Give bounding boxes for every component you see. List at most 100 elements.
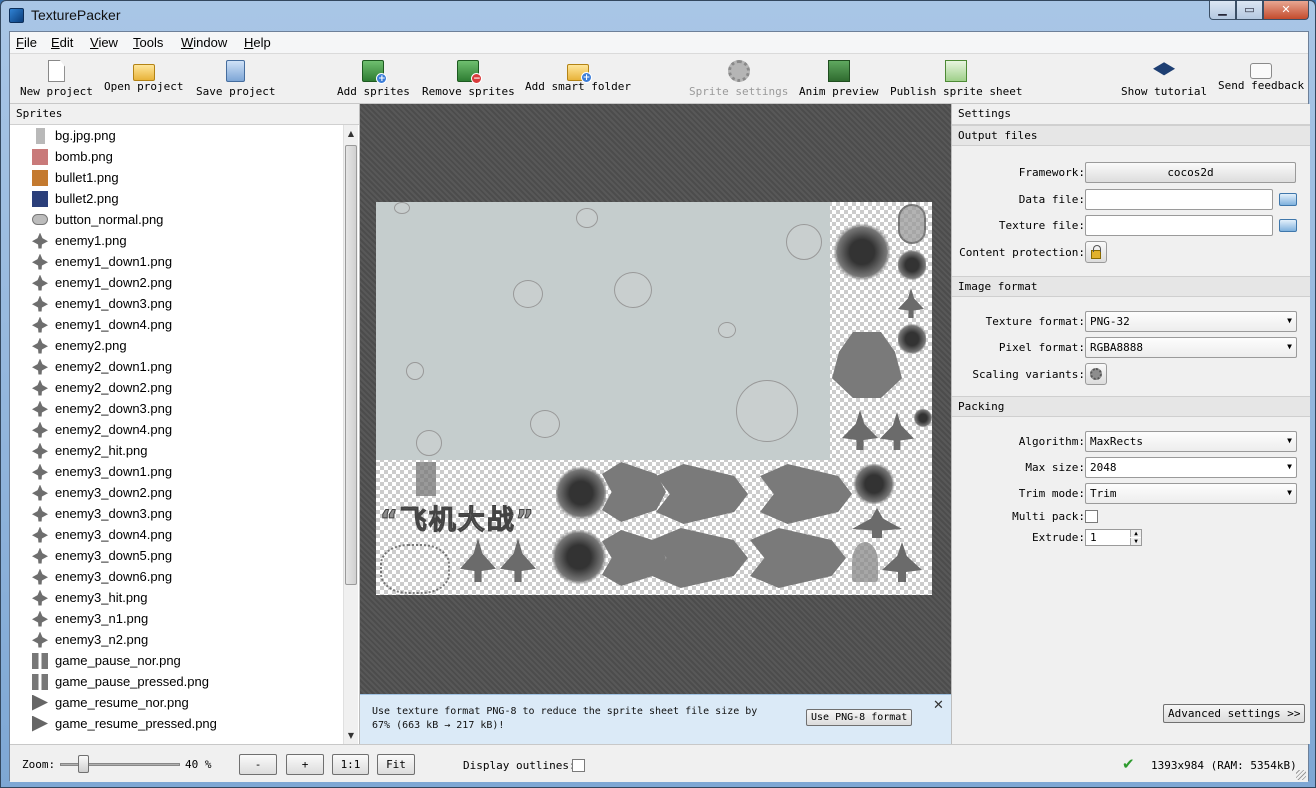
sprite-list[interactable]: bg.jpg.png bomb.png bullet1.png bullet2.png…: [10, 125, 344, 744]
remove-sprites-button[interactable]: − Remove sprites: [422, 56, 515, 98]
zoom-fit-button[interactable]: Fit: [377, 754, 415, 775]
sprite-list-item[interactable]: enemy2_down1.png: [10, 356, 344, 377]
maximize-button[interactable]: ▭: [1236, 1, 1263, 20]
sprite-thumbnail-icon: [32, 421, 48, 438]
sprite-list-scrollbar[interactable]: ▲ ▼: [343, 125, 358, 744]
save-project-button[interactable]: Save project: [196, 56, 275, 98]
advanced-settings-button[interactable]: Advanced settings >>: [1163, 704, 1306, 723]
sprite-list-item[interactable]: game_resume_nor.png: [10, 692, 344, 713]
sprite-thumbnail-icon: [32, 463, 48, 480]
scroll-down-arrow-icon[interactable]: ▼: [344, 727, 358, 744]
menu-help[interactable]: Help: [244, 35, 271, 50]
display-outlines-checkbox[interactable]: [572, 759, 585, 772]
menu-tools[interactable]: Tools: [133, 35, 163, 50]
smart-folder-icon: +: [566, 64, 592, 83]
sprite-thumbnail-icon: [32, 316, 48, 333]
data-file-field[interactable]: [1085, 189, 1273, 210]
scrollbar-thumb[interactable]: [345, 145, 357, 585]
anim-preview-icon: [827, 60, 850, 82]
sprite-list-item[interactable]: enemy2_down4.png: [10, 419, 344, 440]
texturepacker-logo-icon: [9, 8, 24, 23]
use-png8-button[interactable]: Use PNG-8 format: [806, 709, 913, 726]
sprite-list-item[interactable]: game_pause_pressed.png: [10, 671, 344, 692]
sprite-list-item[interactable]: enemy1_down3.png: [10, 293, 344, 314]
zoom-out-button[interactable]: -: [239, 754, 277, 775]
resize-grip-icon[interactable]: [1296, 770, 1306, 780]
zoom-slider-handle[interactable]: [78, 755, 89, 773]
sprite-list-item[interactable]: bullet2.png: [10, 188, 344, 209]
settings-panel: Settings Output files Framework: cocos2d…: [951, 104, 1310, 744]
multi-pack-checkbox[interactable]: [1085, 510, 1098, 523]
send-feedback-button[interactable]: Send feedback: [1218, 56, 1304, 92]
sprite-list-item[interactable]: game_pause_nor.png: [10, 650, 344, 671]
sprite-filename: enemy3_n2.png: [55, 632, 149, 647]
new-project-button[interactable]: New project: [20, 56, 93, 98]
show-tutorial-button[interactable]: Show tutorial: [1121, 56, 1207, 98]
sprite-list-item[interactable]: bullet1.png: [10, 167, 344, 188]
sprite-thumbnail-icon: [32, 214, 48, 225]
menu-window[interactable]: Window: [181, 35, 227, 50]
sprite-list-item[interactable]: button_normal.png: [10, 209, 344, 230]
sprite-list-item[interactable]: game_resume_pressed.png: [10, 713, 344, 734]
sprite-list-item[interactable]: enemy1_down4.png: [10, 314, 344, 335]
remove-sprites-label: Remove sprites: [422, 85, 515, 98]
framework-label: Framework:: [1018, 166, 1085, 179]
sprite-list-item[interactable]: bg.jpg.png: [10, 125, 344, 146]
framework-button[interactable]: cocos2d: [1085, 162, 1296, 183]
sprite-list-item[interactable]: enemy1.png: [10, 230, 344, 251]
texture-file-field[interactable]: [1085, 215, 1273, 236]
open-project-button[interactable]: Open project: [104, 56, 183, 93]
sprite-settings-button[interactable]: Sprite settings: [689, 56, 788, 98]
title-bar[interactable]: TexturePacker ▁ ▭ ✕: [1, 1, 1315, 31]
data-file-browse-folder-icon[interactable]: [1279, 193, 1297, 206]
trim-mode-select[interactable]: Trim: [1085, 483, 1297, 504]
menu-file[interactable]: File: [16, 35, 37, 50]
sprite-thumbnail-icon: [32, 148, 48, 165]
add-smart-folder-button[interactable]: + Add smart folder: [525, 56, 631, 93]
scroll-up-arrow-icon[interactable]: ▲: [344, 125, 358, 142]
sprite-list-item[interactable]: enemy3_down2.png: [10, 482, 344, 503]
sprite-list-item[interactable]: enemy3_down5.png: [10, 545, 344, 566]
sprite-list-item[interactable]: enemy3_n1.png: [10, 608, 344, 629]
menu-view[interactable]: View: [90, 35, 118, 50]
max-size-select[interactable]: 2048: [1085, 457, 1297, 478]
zoom-1-1-button[interactable]: 1:1: [332, 754, 369, 775]
sprite-list-item[interactable]: enemy3_down1.png: [10, 461, 344, 482]
sprite-list-item[interactable]: enemy3_down3.png: [10, 503, 344, 524]
sprite-filename: enemy3_down2.png: [55, 485, 173, 500]
png8-hint-bar: Use texture format PNG-8 to reduce the s…: [360, 694, 951, 744]
close-window-button[interactable]: ✕: [1263, 1, 1309, 20]
sprite-list-item[interactable]: enemy1_down1.png: [10, 251, 344, 272]
spin-down-icon[interactable]: ▼: [1130, 538, 1141, 545]
texture-file-browse-folder-icon[interactable]: [1279, 219, 1297, 232]
texture-file-label: Texture file:: [998, 219, 1085, 232]
scaling-variants-button[interactable]: [1085, 363, 1107, 385]
spin-up-icon[interactable]: ▲: [1130, 530, 1141, 537]
sprite-list-item[interactable]: enemy2_hit.png: [10, 440, 344, 461]
sprite-thumbnail-icon: [32, 694, 48, 711]
anim-preview-button[interactable]: Anim preview: [799, 56, 878, 98]
close-hint-icon[interactable]: ✕: [933, 698, 944, 713]
algorithm-select[interactable]: MaxRects: [1085, 431, 1297, 452]
sprite-list-item[interactable]: enemy1_down2.png: [10, 272, 344, 293]
sprite-list-item[interactable]: enemy2.png: [10, 335, 344, 356]
sprite-filename: enemy2_hit.png: [55, 443, 148, 458]
sprite-sheet-canvas[interactable]: “飞机大战” Use texture format PNG-8 to reduc…: [360, 104, 951, 744]
pixel-format-select[interactable]: RGBA8888: [1085, 337, 1297, 358]
menu-edit[interactable]: Edit: [51, 35, 73, 50]
texture-format-select[interactable]: PNG-32: [1085, 311, 1297, 332]
minimize-button[interactable]: ▁: [1209, 1, 1236, 20]
sprite-list-item[interactable]: enemy3_hit.png: [10, 587, 344, 608]
sprite-list-item[interactable]: enemy3_down4.png: [10, 524, 344, 545]
extrude-spinbox[interactable]: 1 ▲ ▼: [1085, 529, 1142, 546]
publish-sprite-sheet-button[interactable]: Publish sprite sheet: [890, 56, 1022, 98]
sprite-list-item[interactable]: enemy2_down3.png: [10, 398, 344, 419]
sprite-list-item[interactable]: enemy3_down6.png: [10, 566, 344, 587]
content-protection-button[interactable]: [1085, 241, 1107, 263]
sprite-list-item[interactable]: bomb.png: [10, 146, 344, 167]
sprite-list-item[interactable]: enemy2_down2.png: [10, 377, 344, 398]
add-sprites-button[interactable]: + Add sprites: [337, 56, 410, 98]
sprite-thumbnail-icon: [32, 484, 48, 501]
sprite-list-item[interactable]: enemy3_n2.png: [10, 629, 344, 650]
zoom-in-button[interactable]: +: [286, 754, 324, 775]
